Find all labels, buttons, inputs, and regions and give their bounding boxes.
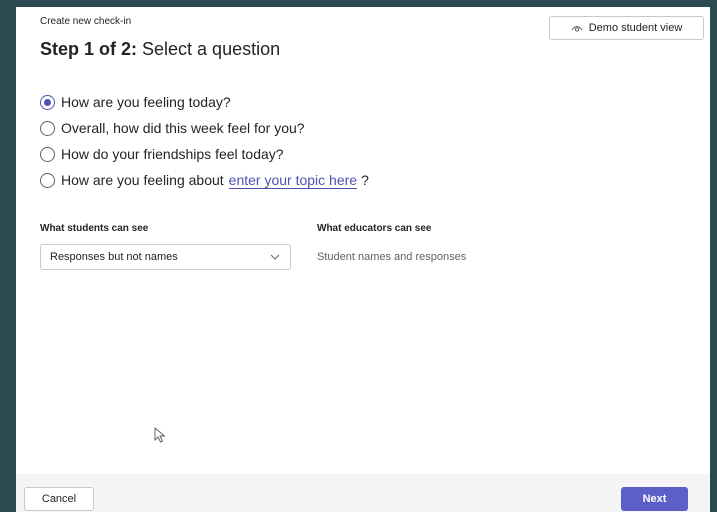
radio-unselected[interactable] xyxy=(40,146,55,162)
demo-button-label: Demo student view xyxy=(588,22,683,34)
dialog-footer xyxy=(16,474,710,512)
radio-unselected[interactable] xyxy=(40,120,55,136)
option-label: How are you feeling today? xyxy=(61,94,231,110)
question-option-custom-topic[interactable]: How are you feeling about enter your top… xyxy=(40,167,369,193)
next-button[interactable]: Next xyxy=(621,487,688,511)
radio-selected[interactable] xyxy=(40,94,55,110)
mouse-pointer-icon xyxy=(154,427,166,443)
topic-link[interactable]: enter your topic here xyxy=(228,172,358,189)
question-option-week[interactable]: Overall, how did this week feel for you? xyxy=(40,115,369,141)
radio-unselected[interactable] xyxy=(40,172,55,188)
option-label: How do your friendships feel today? xyxy=(61,146,284,162)
option-label: Overall, how did this week feel for you? xyxy=(61,120,305,136)
cancel-button[interactable]: Cancel xyxy=(24,487,94,511)
create-checkin-dialog: Create new check-in Step 1 of 2: Select … xyxy=(16,7,710,512)
option-label: How are you feeling about xyxy=(61,172,224,188)
step-indicator: Step 1 of 2: xyxy=(40,39,138,59)
title-text: Select a question xyxy=(137,39,281,59)
eye-icon xyxy=(571,25,583,32)
dialog-eyebrow: Create new check-in xyxy=(40,16,132,27)
question-option-friendships[interactable]: How do your friendships feel today? xyxy=(40,141,369,167)
educators-visibility-label: What educators can see xyxy=(317,223,432,234)
option-suffix: ? xyxy=(361,172,369,188)
question-options: How are you feeling today? Overall, how … xyxy=(40,89,369,193)
question-option-feeling-today[interactable]: How are you feeling today? xyxy=(40,89,369,115)
chevron-down-icon xyxy=(270,254,280,260)
dropdown-value: Responses but not names xyxy=(50,251,178,263)
students-visibility-dropdown[interactable]: Responses but not names xyxy=(40,244,291,270)
students-visibility-label: What students can see xyxy=(40,223,149,234)
educators-visibility-value: Student names and responses xyxy=(317,251,467,263)
demo-student-view-button[interactable]: Demo student view xyxy=(549,16,704,40)
page-title: Step 1 of 2: Select a question xyxy=(40,39,280,60)
